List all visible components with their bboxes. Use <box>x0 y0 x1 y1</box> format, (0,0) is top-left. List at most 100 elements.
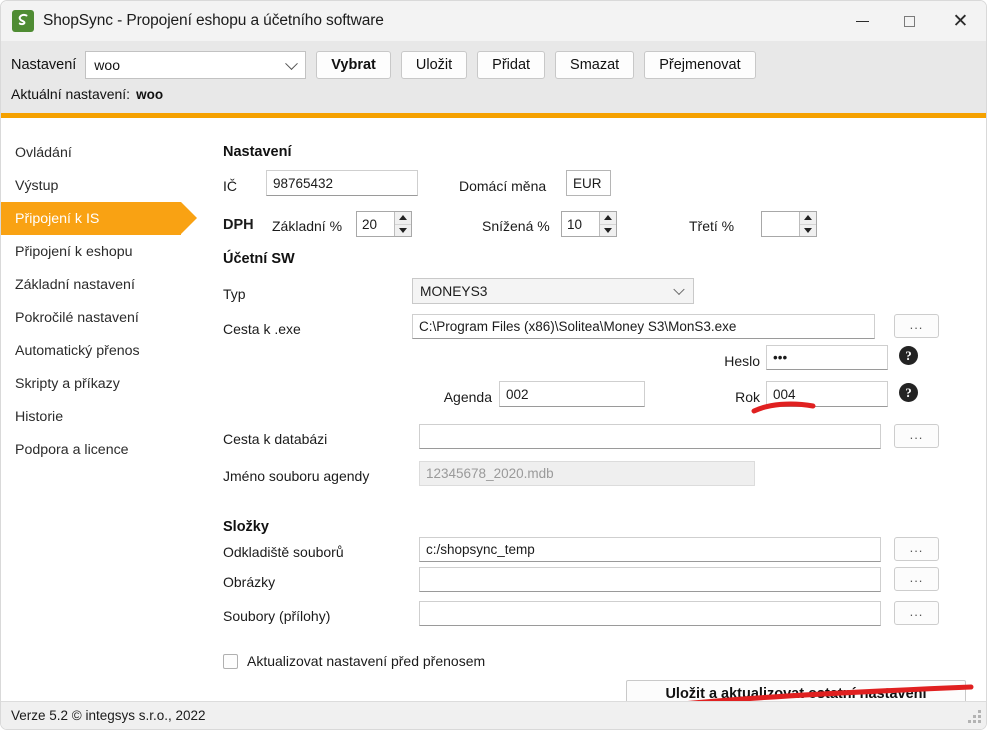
sidebar-item-automaticky-prenos[interactable]: Automatický přenos <box>1 334 206 367</box>
section-title-slozky: Složky <box>223 519 269 535</box>
stepper-arrows-icon[interactable] <box>799 212 816 236</box>
agenda-input[interactable]: 002 <box>499 381 645 407</box>
vat-base-label: Základní % <box>272 218 343 234</box>
ico-input[interactable]: 98765432 <box>266 170 418 196</box>
sidebar-item-ovladani[interactable]: Ovládání <box>1 136 206 169</box>
sidebar-item-label: Výstup <box>15 177 59 194</box>
sidebar-item-skripty-a-prikazy[interactable]: Skripty a příkazy <box>1 367 206 400</box>
profile-select-value: woo <box>94 57 120 73</box>
images-folder-label: Obrázky <box>223 574 276 590</box>
stepper-arrows-icon[interactable] <box>599 212 616 236</box>
chevron-down-icon <box>285 57 299 71</box>
update-before-transfer-row[interactable]: Aktualizovat nastavení před přenosem <box>223 653 485 669</box>
db-path-label: Cesta k databázi <box>223 431 328 447</box>
sidebar-item-label: Pokročilé nastavení <box>15 309 139 326</box>
sidebar-item-pripojeni-k-is[interactable]: Připojení k IS <box>1 202 197 235</box>
sw-type-select[interactable]: MONEYS3 <box>412 278 694 304</box>
rename-profile-button[interactable]: Přejmenovat <box>644 51 756 79</box>
sidebar-item-label: Připojení k IS <box>15 210 100 227</box>
vat-third-label: Třetí % <box>689 218 735 234</box>
sw-type-label: Typ <box>223 286 246 302</box>
add-profile-button[interactable]: Přidat <box>477 51 546 79</box>
agenda-file-label: Jméno souboru agendy <box>223 468 370 484</box>
vat-base-value: 20 <box>362 216 378 232</box>
db-path-browse-button[interactable]: ... <box>894 424 939 448</box>
shopsync-logo-icon <box>12 10 34 32</box>
temp-folder-browse-button[interactable]: ... <box>894 537 939 561</box>
images-folder-browse-button[interactable]: ... <box>894 567 939 591</box>
files-folder-input[interactable] <box>419 601 881 626</box>
section-title-ucetni-sw: Účetní SW <box>223 251 295 267</box>
resize-grip-icon[interactable] <box>968 710 982 724</box>
exe-path-input[interactable]: C:\Program Files (x86)\Solitea\Money S3\… <box>412 314 875 339</box>
sidebar-item-pokrocile-nastaveni[interactable]: Pokročilé nastavení <box>1 301 206 334</box>
window-title: ShopSync - Propojení eshopu a účetního s… <box>43 12 384 29</box>
exe-path-browse-button[interactable]: ... <box>894 314 939 338</box>
sidebar-item-vystup[interactable]: Výstup <box>1 169 206 202</box>
active-pointer-icon <box>181 202 197 234</box>
vat-label: DPH <box>223 217 254 233</box>
vat-third-stepper[interactable] <box>761 211 817 237</box>
current-profile-value: woo <box>136 87 164 102</box>
images-folder-input[interactable] <box>419 567 881 592</box>
version-text: Verze 5.2 © integsys s.r.o., 2022 <box>11 708 206 723</box>
password-label: Heslo <box>724 353 760 369</box>
year-help-icon[interactable]: ? <box>899 383 918 402</box>
profile-row: Nastavení woo Vybrat Uložit Přidat Smaza… <box>1 51 756 79</box>
ico-label: IČ <box>223 178 237 194</box>
sidebar-item-label: Historie <box>15 408 64 425</box>
chevron-down-icon <box>673 283 685 296</box>
files-folder-label: Soubory (přílohy) <box>223 608 331 624</box>
temp-folder-label: Odkladiště souborů <box>223 544 344 560</box>
db-path-input[interactable] <box>419 424 881 449</box>
sidebar-navigation: Ovládání Výstup Připojení k IS Připojení… <box>1 118 206 714</box>
currency-label: Domácí měna <box>459 178 547 194</box>
sidebar-item-label: Skripty a příkazy <box>15 375 120 392</box>
sidebar-item-label: Připojení k eshopu <box>15 243 133 260</box>
sidebar-item-historie[interactable]: Historie <box>1 400 206 433</box>
sidebar-item-label: Ovládání <box>15 144 72 161</box>
save-profile-button[interactable]: Uložit <box>400 51 468 79</box>
title-bar: ShopSync - Propojení eshopu a účetního s… <box>1 1 986 41</box>
password-help-icon[interactable]: ? <box>899 346 918 365</box>
temp-folder-input[interactable]: c:/shopsync_temp <box>419 537 881 562</box>
vat-reduced-value: 10 <box>567 216 583 232</box>
update-before-transfer-checkbox[interactable] <box>223 653 238 669</box>
window-controls: ✕ <box>839 1 986 41</box>
currency-input[interactable]: EUR <box>566 170 611 196</box>
files-folder-browse-button[interactable]: ... <box>894 601 939 625</box>
vat-third-value <box>762 212 799 236</box>
vat-reduced-stepper[interactable]: 10 <box>561 211 617 237</box>
select-button[interactable]: Vybrat <box>316 51 391 79</box>
sidebar-item-label: Automatický přenos <box>15 342 140 359</box>
sw-type-value: MONEYS3 <box>420 283 488 299</box>
update-before-transfer-label: Aktualizovat nastavení před přenosem <box>247 653 486 669</box>
section-title-nastaveni: Nastavení <box>223 144 292 160</box>
year-label: Rok <box>735 389 760 405</box>
maximize-icon[interactable] <box>886 1 933 41</box>
vat-reduced-label: Snížená % <box>482 218 550 234</box>
profile-select[interactable]: woo <box>85 51 307 79</box>
year-input[interactable]: 004 <box>766 381 888 407</box>
sidebar-item-pripojeni-k-eshopu[interactable]: Připojení k eshopu <box>1 235 206 268</box>
sidebar-item-label: Podpora a licence <box>15 441 129 458</box>
delete-profile-button[interactable]: Smazat <box>555 51 635 79</box>
settings-label: Nastavení <box>11 57 77 73</box>
close-icon[interactable]: ✕ <box>933 1 986 41</box>
main-content: Nastavení IČ 98765432 Domácí měna EUR DP… <box>206 118 986 714</box>
minimize-icon[interactable] <box>839 1 886 41</box>
stepper-arrows-icon[interactable] <box>394 212 411 236</box>
current-profile-label: Aktuální nastavení: <box>11 86 131 102</box>
exe-path-label: Cesta k .exe <box>223 321 301 337</box>
current-profile-row: Aktuální nastavení: woo <box>11 86 163 102</box>
application-window: ShopSync - Propojení eshopu a účetního s… <box>0 0 987 730</box>
vat-base-stepper[interactable]: 20 <box>356 211 412 237</box>
sidebar-item-zakladni-nastaveni[interactable]: Základní nastavení <box>1 268 206 301</box>
agenda-label: Agenda <box>443 389 492 405</box>
status-bar: Verze 5.2 © integsys s.r.o., 2022 <box>1 701 986 729</box>
sidebar-item-label: Základní nastavení <box>15 276 135 293</box>
settings-toolbar: Nastavení woo Vybrat Uložit Přidat Smaza… <box>1 41 986 113</box>
agenda-file-input: 12345678_2020.mdb <box>419 461 755 486</box>
password-input[interactable]: ••• <box>766 345 888 370</box>
sidebar-item-podpora-a-licence[interactable]: Podpora a licence <box>1 433 206 466</box>
